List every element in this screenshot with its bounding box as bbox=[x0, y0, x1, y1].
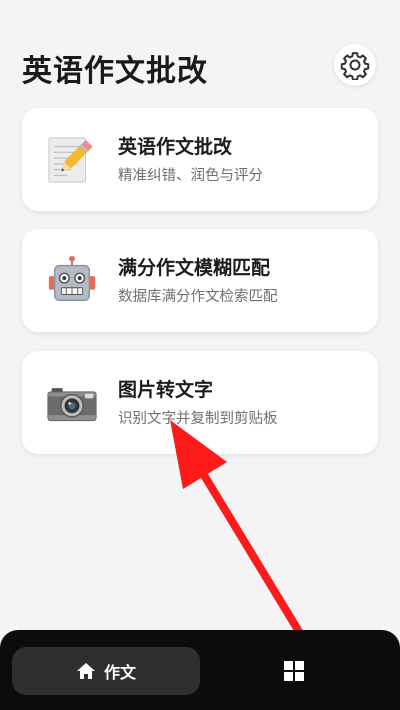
nav-tab-essay[interactable]: 作文 bbox=[12, 647, 200, 695]
card-title: 满分作文模糊匹配 bbox=[118, 257, 271, 279]
card-subtitle: 精准纠错、润色与评分 bbox=[118, 168, 263, 184]
card-essay-correction[interactable]: 英语作文批改 精准纠错、润色与评分 bbox=[22, 108, 378, 211]
nav-tab-grid[interactable] bbox=[200, 647, 388, 695]
grid-icon bbox=[284, 661, 304, 681]
card-subtitle: 识别文字并复制到剪贴板 bbox=[118, 411, 278, 427]
robot-icon bbox=[46, 255, 98, 307]
card-essay-matching[interactable]: 满分作文模糊匹配 数据库满分作文检索匹配 bbox=[22, 229, 378, 332]
camera-icon bbox=[46, 377, 98, 429]
settings-button[interactable] bbox=[334, 44, 376, 86]
card-title: 英语作文批改 bbox=[118, 136, 233, 158]
card-title: 图片转文字 bbox=[118, 379, 214, 401]
card-subtitle: 数据库满分作文检索匹配 bbox=[118, 289, 278, 305]
home-icon bbox=[76, 663, 95, 679]
card-image-to-text[interactable]: 图片转文字 识别文字并复制到剪贴板 bbox=[22, 351, 378, 454]
nav-tab-label: 作文 bbox=[103, 663, 136, 682]
notepad-pencil-icon bbox=[46, 134, 98, 186]
gear-icon bbox=[340, 52, 370, 80]
bottom-nav: 作文 bbox=[0, 630, 400, 710]
page-title: 英语作文批改 bbox=[22, 54, 208, 89]
